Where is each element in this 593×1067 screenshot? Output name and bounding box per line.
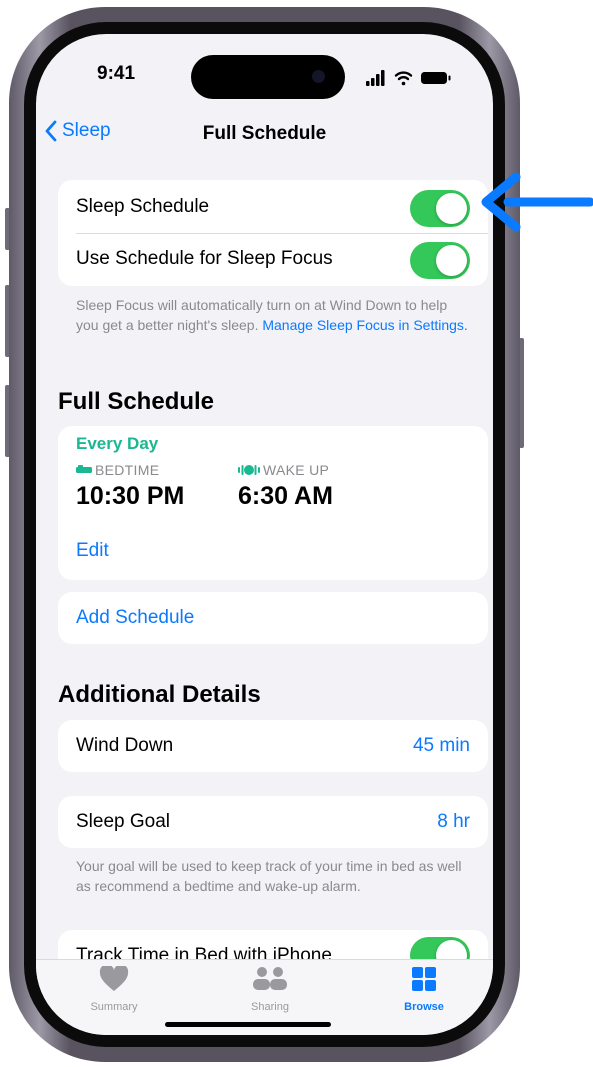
wakeup-label: WAKE UP	[263, 462, 330, 478]
add-schedule-button[interactable]: Add Schedule	[76, 607, 194, 629]
tab-label: Browse	[404, 1001, 444, 1013]
wind-down-row[interactable]: Wind Down 45 min	[58, 720, 488, 772]
sleep-schedule-toggle[interactable]	[410, 190, 470, 227]
toggle-knob	[436, 193, 467, 224]
status-icons	[366, 70, 451, 86]
bed-icon	[76, 465, 92, 473]
wind-down-label: Wind Down	[76, 735, 174, 756]
sleep-focus-label: Use Schedule for Sleep Focus	[76, 248, 333, 269]
edit-schedule-link[interactable]: Edit	[76, 540, 109, 562]
sleep-goal-row[interactable]: Sleep Goal 8 hr	[58, 796, 488, 848]
bedtime-label-row: BEDTIME	[76, 462, 159, 478]
tab-browse[interactable]: Browse	[374, 966, 474, 1013]
dynamic-island	[191, 55, 345, 99]
camera-icon	[312, 70, 325, 83]
people-icon	[253, 967, 287, 990]
sleep-goal-value: 8 hr	[437, 811, 470, 832]
iphone-bezel: 9:41 Sleep Full Schedule Sleep Schedule …	[24, 22, 505, 1047]
home-indicator[interactable]	[165, 1022, 331, 1027]
cellular-signal-icon	[366, 70, 385, 86]
bedtime-value: 10:30 PM	[76, 482, 185, 510]
annotation-arrow-icon	[481, 172, 593, 232]
toggle-knob	[436, 245, 467, 276]
screen: 9:41 Sleep Full Schedule Sleep Schedule …	[36, 34, 493, 1035]
manage-sleep-focus-link[interactable]: Manage Sleep Focus in Settings.	[262, 317, 467, 333]
schedule-card: Every Day BEDTIME 10:30 PM WAKE UP 6:30 …	[58, 426, 488, 580]
sleep-schedule-label: Sleep Schedule	[76, 196, 210, 217]
alarm-icon	[238, 465, 260, 475]
sleep-focus-footnote: Sleep Focus will automatically turn on a…	[76, 295, 471, 335]
sleep-goal-label: Sleep Goal	[76, 811, 171, 832]
schedule-day: Every Day	[76, 434, 159, 453]
battery-icon	[421, 72, 451, 84]
page-title: Full Schedule	[202, 123, 327, 144]
tab-summary[interactable]: Summary	[64, 964, 164, 1013]
sleep-settings-card: Sleep Schedule Use Schedule for Sleep Fo…	[58, 180, 488, 286]
wind-down-value: 45 min	[412, 735, 470, 756]
status-time: 9:41	[97, 63, 136, 84]
additional-details-header: Additional Details	[58, 681, 261, 708]
tab-label: Sharing	[251, 1001, 289, 1013]
wakeup-value: 6:30 AM	[238, 482, 333, 510]
wifi-icon	[394, 71, 413, 86]
grid-icon	[412, 967, 436, 991]
tab-sharing[interactable]: Sharing	[220, 966, 320, 1013]
add-schedule-card: Add Schedule	[58, 592, 488, 644]
sleep-goal-footnote: Your goal will be used to keep track of …	[76, 858, 462, 894]
bedtime-label: BEDTIME	[95, 462, 160, 478]
wakeup-label-row: WAKE UP	[238, 462, 329, 478]
heart-icon	[99, 964, 129, 991]
divider	[76, 233, 488, 234]
tab-label: Summary	[90, 1001, 138, 1013]
sleep-focus-toggle[interactable]	[410, 242, 470, 279]
full-schedule-header: Full Schedule	[58, 388, 215, 415]
iphone-frame: 9:41 Sleep Full Schedule Sleep Schedule …	[9, 7, 520, 1062]
